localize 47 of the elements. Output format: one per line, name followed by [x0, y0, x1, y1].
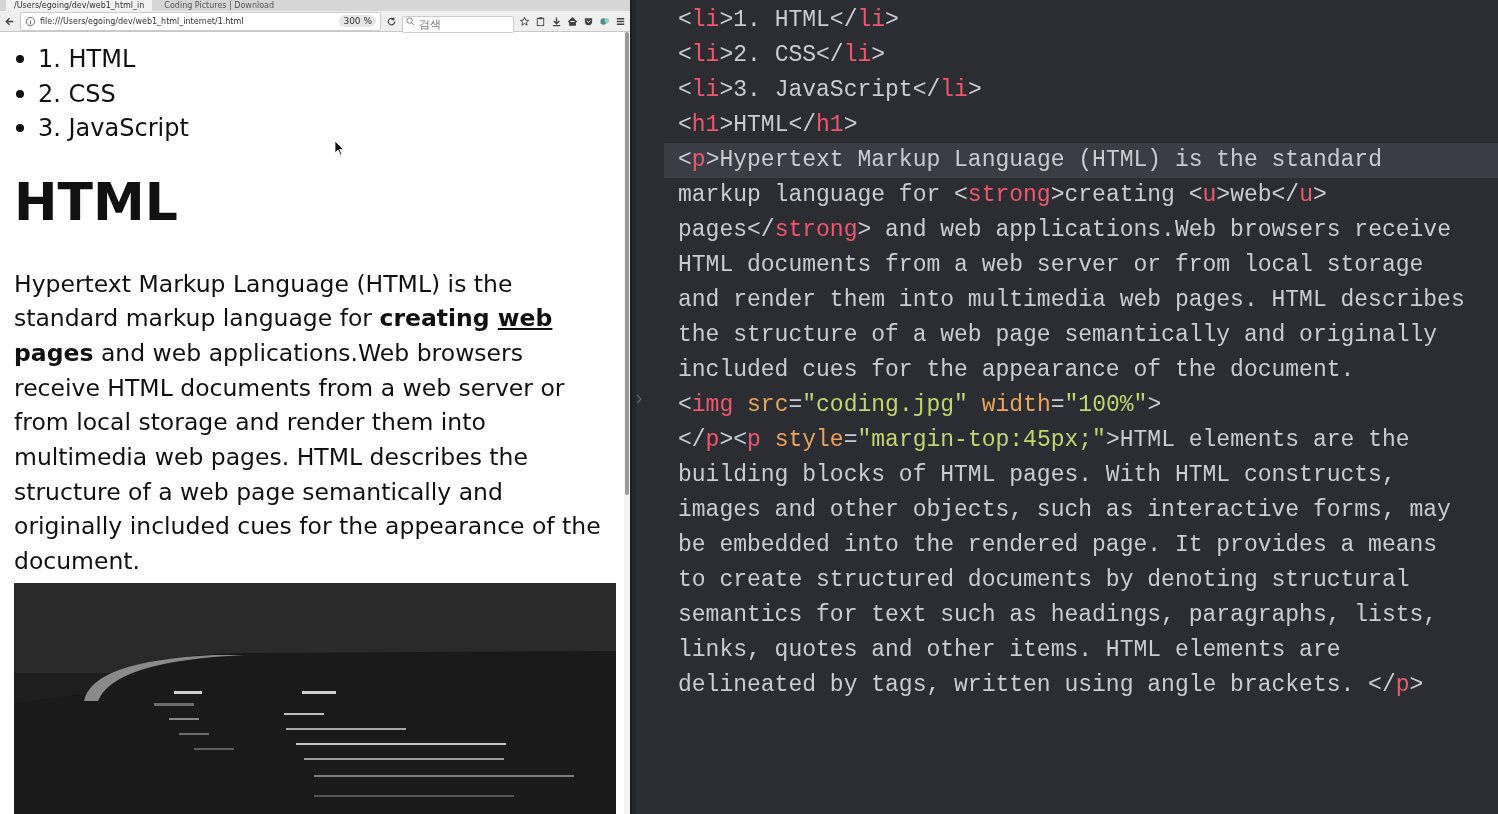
- home-icon[interactable]: [567, 15, 578, 27]
- download-icon[interactable]: [551, 15, 562, 27]
- list-item: 1. HTML: [38, 44, 136, 75]
- code-line: delineated by tags, written using angle brackets. </p>: [677, 671, 1425, 700]
- code-line: HTML documents from a web server or from local storage: [677, 251, 1425, 280]
- reload-icon[interactable]: [386, 15, 397, 27]
- code-line: pages</strong> and web applications.Web browsers receive: [677, 216, 1452, 245]
- address-bar[interactable]: file:///Users/egoing/dev/web1_html_internet/1.html 300 %: [20, 11, 381, 31]
- code-line: <img src="coding.jpg" width="100%">: [677, 391, 1163, 420]
- page-heading: HTML: [14, 170, 179, 234]
- browser-tab[interactable]: Coding Pictures | Download: [156, 0, 283, 11]
- search-field[interactable]: 검색: [402, 15, 514, 33]
- info-icon[interactable]: [25, 15, 36, 27]
- code-line: </p><p style="margin-top:45px;">HTML elements are the: [677, 426, 1411, 455]
- zoom-level[interactable]: 300 %: [339, 15, 376, 27]
- star-icon[interactable]: [519, 15, 530, 27]
- code-line: building blocks of HTML pages. With HTML constructs,: [677, 461, 1397, 490]
- list-item: 2. CSS: [38, 78, 116, 110]
- menu-icon[interactable]: [615, 15, 626, 27]
- scrollbar-thumb[interactable]: [625, 32, 629, 495]
- list-item: 3. JavaScript: [38, 113, 189, 144]
- browser-tab[interactable]: /Users/egoing/dev/web1_html_in: [6, 0, 153, 11]
- pocket-icon[interactable]: [583, 15, 594, 27]
- back-icon[interactable]: [4, 15, 15, 27]
- extension-icon[interactable]: [599, 15, 610, 27]
- clipboard-icon[interactable]: [535, 15, 546, 27]
- code-line: and render them into multimedia web pages. HTML describes: [677, 286, 1466, 315]
- code-line: <li>2. CSS</li>: [677, 41, 887, 70]
- bullet-icon: [16, 55, 24, 64]
- bullet-icon: [16, 124, 24, 133]
- mouse-cursor-icon: [334, 140, 344, 156]
- code-line: links, quotes and other items. HTML elements are: [677, 636, 1342, 665]
- bullet-icon: [16, 89, 24, 98]
- code-line: <li>1. HTML</li>: [677, 6, 900, 35]
- url-text: file:///Users/egoing/dev/web1_html_internet/1.html: [40, 16, 245, 26]
- paragraph: Hypertext Markup Language (HTML) is the standard markup language for creating web pages and web applications.Web browsers receive HTML documents from a web server or from local storage and render them into multimedia web pages. HTML describes the structure of a web page semantically and originally included cues for the appearance of the document.: [14, 268, 602, 578]
- expand-icon[interactable]: [636, 394, 642, 404]
- code-line: markup language for <strong>creating <u>web</u>: [677, 181, 1328, 210]
- code-line: <li>3. JavaScript</li>: [677, 76, 983, 105]
- code-line: to create structured documents by denoting structural: [677, 566, 1411, 595]
- code-line: <h1>HTML</h1>: [677, 111, 859, 140]
- code-line: the structure of a web page semantically and originally: [677, 321, 1439, 350]
- code-line: be embedded into the rendered page. It provides a means: [677, 531, 1439, 560]
- search-icon: [405, 15, 416, 27]
- code-line: images and other objects, such as interactive forms, may: [677, 496, 1452, 525]
- code-line: included cues for the appearance of the document.: [677, 356, 1356, 385]
- code-line: semantics for text such as headings, paragraphs, lists,: [677, 601, 1439, 630]
